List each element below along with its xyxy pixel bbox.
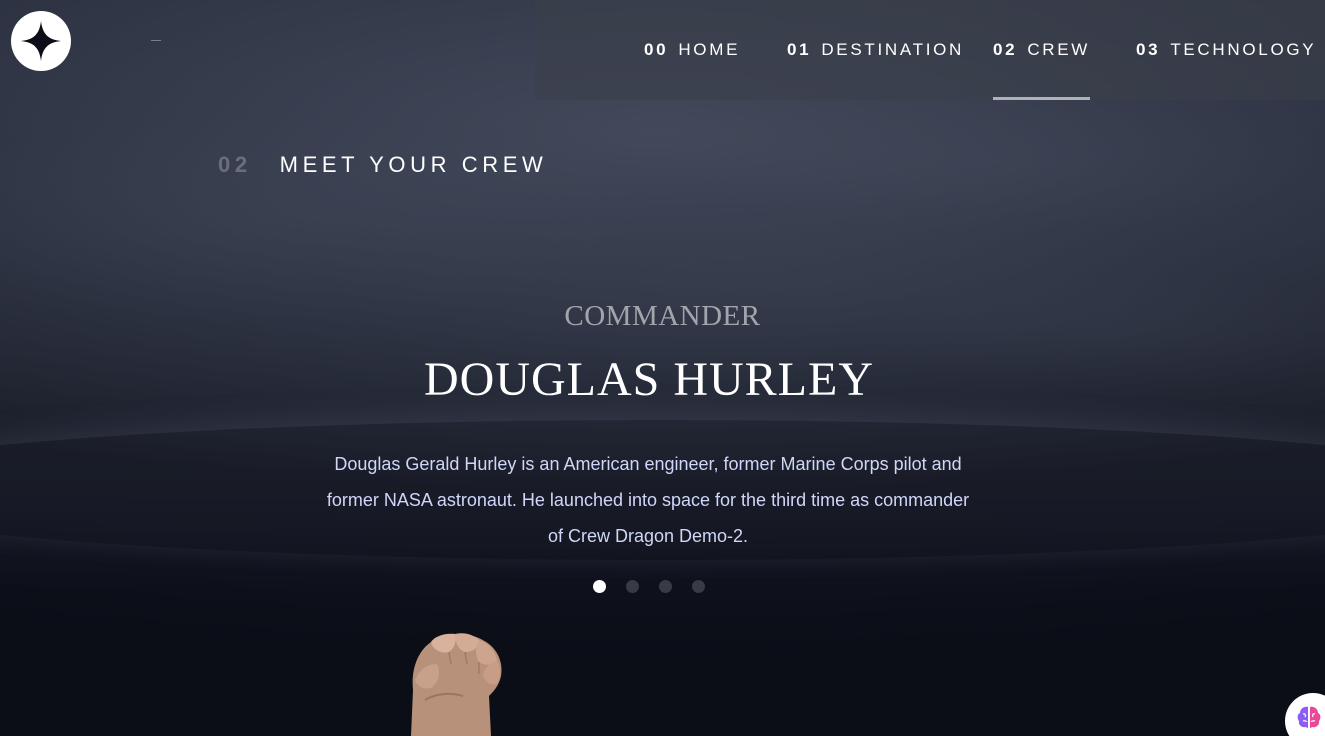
- nav-item-crew[interactable]: 02 CREW: [993, 0, 1091, 100]
- slider-dot-4[interactable]: [692, 580, 705, 593]
- nav-item-number: 03: [1136, 40, 1161, 59]
- nav-item-label: CREW: [1027, 40, 1091, 59]
- page-title-number: 02: [218, 152, 252, 177]
- crew-role: COMMANDER: [564, 300, 761, 332]
- crew-slider-dots: [593, 580, 705, 593]
- slider-dot-1[interactable]: [593, 580, 606, 593]
- star-logo-icon[interactable]: [11, 11, 71, 71]
- crew-bio: Douglas Gerald Hurley is an American eng…: [326, 454, 970, 546]
- page-title-text: MEET YOUR CREW: [279, 152, 548, 177]
- nav-item-label: DESTINATION: [821, 40, 965, 59]
- nav-item-number: 01: [787, 40, 812, 59]
- nav-item-home[interactable]: 00 HOME: [644, 0, 740, 100]
- nav-item-technology[interactable]: 03 TECHNOLOGY: [1136, 0, 1316, 100]
- nav-item-destination[interactable]: 01 DESTINATION: [787, 0, 964, 100]
- crew-name: DOUGLAS HURLEY: [424, 353, 874, 406]
- header-divider: [151, 40, 161, 41]
- nav-item-number: 00: [644, 40, 669, 59]
- page-title: 02 MEET YOUR CREW: [218, 152, 547, 178]
- raised-fist-image: [405, 630, 505, 736]
- main-navigation: 00 HOME 01 DESTINATION 02 CREW 03 TECHNO…: [535, 0, 1325, 100]
- brain-icon: [1295, 703, 1323, 736]
- slider-dot-3[interactable]: [659, 580, 672, 593]
- nav-item-number: 02: [993, 40, 1018, 59]
- nav-item-label: TECHNOLOGY: [1170, 40, 1317, 59]
- nav-item-label: HOME: [678, 40, 741, 59]
- slider-dot-2[interactable]: [626, 580, 639, 593]
